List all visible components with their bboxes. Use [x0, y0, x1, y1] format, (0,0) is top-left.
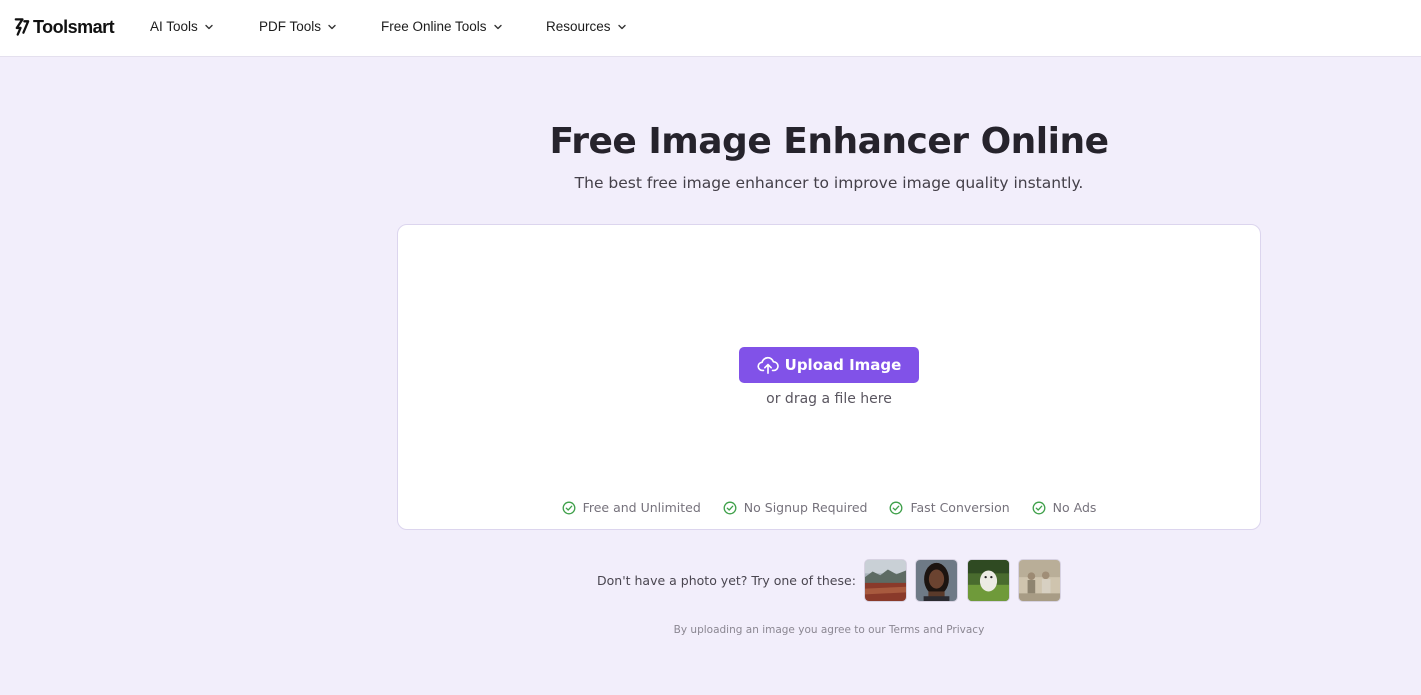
chevron-down-icon: [617, 24, 626, 29]
feature-label: No Ads: [1052, 500, 1097, 515]
sample-photo-dog[interactable]: [967, 559, 1010, 602]
privacy-link[interactable]: Privacy: [946, 624, 984, 636]
chevron-down-icon: [328, 24, 336, 29]
feature-label: No Signup Required: [743, 500, 868, 515]
landscape-photo-icon: [865, 560, 906, 601]
nav-free-online-tools[interactable]: Free Online Tools: [381, 19, 503, 34]
feature-list: Free and Unlimited No Signup Required Fa…: [398, 500, 1260, 515]
family-photo-icon: [1019, 560, 1060, 601]
check-circle-icon: [1032, 501, 1046, 514]
terms-prefix: By uploading an image you agree to our: [673, 624, 889, 636]
nav-pdf-tools[interactable]: PDF Tools: [259, 19, 337, 34]
nav-label: Resources: [546, 19, 611, 34]
sample-photos-label: Don't have a photo yet? Try one of these…: [597, 573, 856, 588]
check-circle-icon: [562, 501, 576, 514]
nav-label: Free Online Tools: [381, 19, 487, 34]
terms-and: and: [919, 624, 947, 636]
terms-link[interactable]: Terms: [889, 624, 920, 636]
sample-photo-landscape[interactable]: [864, 559, 907, 602]
nav-resources[interactable]: Resources: [546, 19, 627, 34]
feature-item: Fast Conversion: [889, 500, 1010, 515]
page-subtitle: The best free image enhancer to improve …: [574, 174, 1084, 192]
check-circle-icon: [890, 501, 903, 514]
cloud-upload-icon: [757, 356, 779, 374]
nav-label: AI Tools: [150, 19, 198, 34]
chevron-down-icon: [205, 24, 213, 29]
lightning-logo-icon: [14, 18, 30, 36]
terms-notice: By uploading an image you agree to our T…: [0, 624, 1421, 636]
nav-label: PDF Tools: [259, 19, 322, 34]
feature-item: No Signup Required: [723, 500, 868, 515]
drag-hint: or drag a file here: [766, 391, 892, 407]
check-circle-icon: [723, 501, 737, 514]
upload-button-label: Upload Image: [784, 356, 902, 374]
feature-label: Fast Conversion: [910, 500, 1010, 515]
toolsmart-logo[interactable]: Toolsmart: [12, 16, 115, 38]
sample-photo-portrait[interactable]: [915, 559, 958, 602]
dog-photo-icon: [968, 560, 1009, 601]
nav-ai-tools[interactable]: AI Tools: [150, 19, 214, 34]
upload-dropzone[interactable]: Upload Image or drag a file here Free an…: [397, 224, 1261, 530]
chevron-down-icon: [493, 24, 502, 29]
feature-item: No Ads: [1032, 500, 1097, 515]
top-navigation-bar: Toolsmart AI Tools PDF Tools Free Online…: [0, 0, 1421, 57]
logo-text: Toolsmart: [33, 16, 115, 37]
page-title: Free Image Enhancer Online: [549, 121, 1109, 162]
feature-label: Free and Unlimited: [582, 500, 701, 515]
feature-item: Free and Unlimited: [562, 500, 701, 515]
upload-image-button[interactable]: Upload Image: [739, 347, 919, 383]
portrait-photo-icon: [916, 560, 957, 601]
sample-photo-family[interactable]: [1018, 559, 1061, 602]
